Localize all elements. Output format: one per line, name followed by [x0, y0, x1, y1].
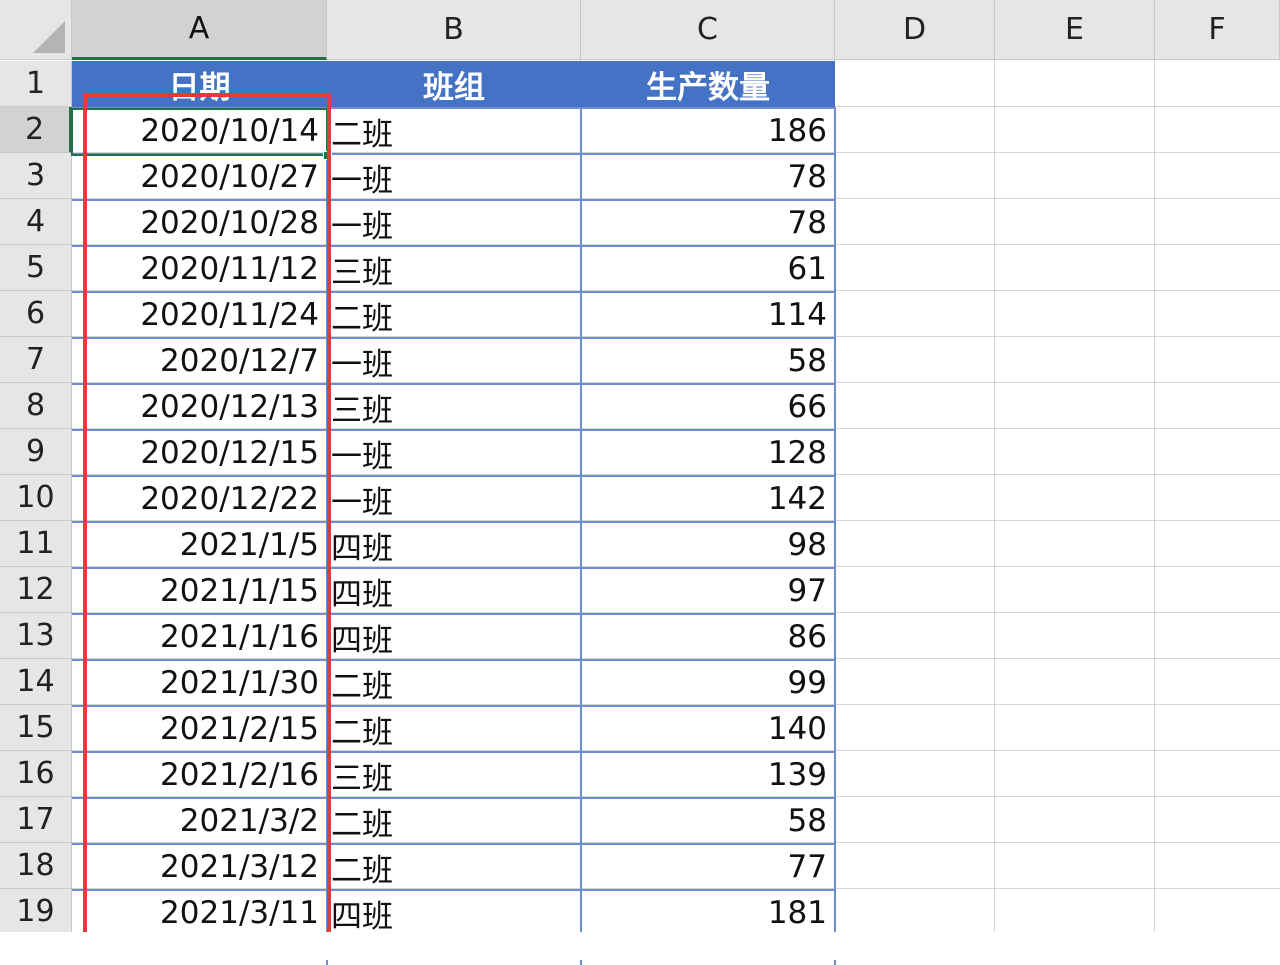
row-header-4[interactable]: 4	[0, 199, 72, 245]
shift-cell[interactable]: 三班	[327, 246, 581, 292]
row-header-2[interactable]: 2	[0, 107, 72, 153]
quantity-cell[interactable]: 61	[581, 246, 835, 292]
column-header-b[interactable]: B	[327, 0, 581, 60]
quantity-cell[interactable]: 128	[581, 430, 835, 476]
date-column-highlight-box	[83, 93, 331, 955]
row-header-19[interactable]: 19	[0, 889, 72, 935]
shift-cell[interactable]: 二班	[327, 798, 581, 844]
shift-cell[interactable]: 二班	[327, 292, 581, 338]
quantity-cell[interactable]: 86	[581, 614, 835, 660]
quantity-cell[interactable]: 97	[581, 568, 835, 614]
row-header-9[interactable]: 9	[0, 429, 72, 475]
select-all-triangle-icon	[33, 21, 65, 53]
header-shift[interactable]: 班组	[327, 61, 581, 108]
shift-cell[interactable]: 四班	[327, 890, 581, 936]
select-all-button[interactable]	[0, 0, 72, 60]
shift-cell[interactable]: 一班	[327, 200, 581, 246]
row-header-11[interactable]: 11	[0, 521, 72, 567]
row-header-10[interactable]: 10	[0, 475, 72, 521]
quantity-cell[interactable]: 58	[581, 798, 835, 844]
row-header-14[interactable]: 14	[0, 659, 72, 705]
column-header-d[interactable]: D	[835, 0, 995, 60]
spreadsheet-grid[interactable]: ABCDEF 1 2 3 4 5 6 7 8 9 10 11 12 13 14 15 16 17 18 19 日期班…	[0, 0, 1280, 965]
row-header-15[interactable]: 15	[0, 705, 72, 751]
row-header-6[interactable]: 6	[0, 291, 72, 337]
row-header-3[interactable]: 3	[0, 153, 72, 199]
gridline-vertical	[1154, 60, 1155, 935]
shift-cell[interactable]: 二班	[327, 706, 581, 752]
table-column-border	[834, 107, 836, 965]
quantity-cell[interactable]: 99	[581, 660, 835, 706]
gridline-vertical	[994, 60, 995, 935]
quantity-cell[interactable]: 78	[581, 154, 835, 200]
quantity-cell[interactable]: 142	[581, 476, 835, 522]
row-header-18[interactable]: 18	[0, 843, 72, 889]
header-quantity[interactable]: 生产数量	[581, 61, 835, 108]
row-header-5[interactable]: 5	[0, 245, 72, 291]
quantity-cell[interactable]: 58	[581, 338, 835, 384]
quantity-cell[interactable]: 66	[581, 384, 835, 430]
shift-cell[interactable]: 四班	[327, 522, 581, 568]
quantity-cell[interactable]: 114	[581, 292, 835, 338]
quantity-cell[interactable]: 186	[581, 108, 835, 154]
row-header-12[interactable]: 12	[0, 567, 72, 613]
shift-cell[interactable]: 一班	[327, 154, 581, 200]
cropped-edge	[0, 932, 1280, 960]
table-column-border	[580, 107, 582, 965]
shift-cell[interactable]: 一班	[327, 338, 581, 384]
shift-cell[interactable]: 一班	[327, 430, 581, 476]
row-header-13[interactable]: 13	[0, 613, 72, 659]
row-header-17[interactable]: 17	[0, 797, 72, 843]
quantity-cell[interactable]: 98	[581, 522, 835, 568]
quantity-cell[interactable]: 78	[581, 200, 835, 246]
quantity-cell[interactable]: 181	[581, 890, 835, 936]
shift-cell[interactable]: 三班	[327, 752, 581, 798]
quantity-cell[interactable]: 139	[581, 752, 835, 798]
shift-cell[interactable]: 四班	[327, 568, 581, 614]
quantity-cell[interactable]: 140	[581, 706, 835, 752]
shift-cell[interactable]: 二班	[327, 844, 581, 890]
row-header-1[interactable]: 1	[0, 61, 72, 107]
column-header-e[interactable]: E	[995, 0, 1155, 60]
row-header-16[interactable]: 16	[0, 751, 72, 797]
shift-cell[interactable]: 一班	[327, 476, 581, 522]
shift-cell[interactable]: 二班	[327, 660, 581, 706]
row-header-7[interactable]: 7	[0, 337, 72, 383]
quantity-cell[interactable]: 77	[581, 844, 835, 890]
column-header-c[interactable]: C	[581, 0, 835, 60]
shift-cell[interactable]: 四班	[327, 614, 581, 660]
column-header-f[interactable]: F	[1155, 0, 1280, 60]
shift-cell[interactable]: 三班	[327, 384, 581, 430]
column-header-a[interactable]: A	[72, 0, 327, 60]
row-header-8[interactable]: 8	[0, 383, 72, 429]
shift-cell[interactable]: 二班	[327, 108, 581, 154]
